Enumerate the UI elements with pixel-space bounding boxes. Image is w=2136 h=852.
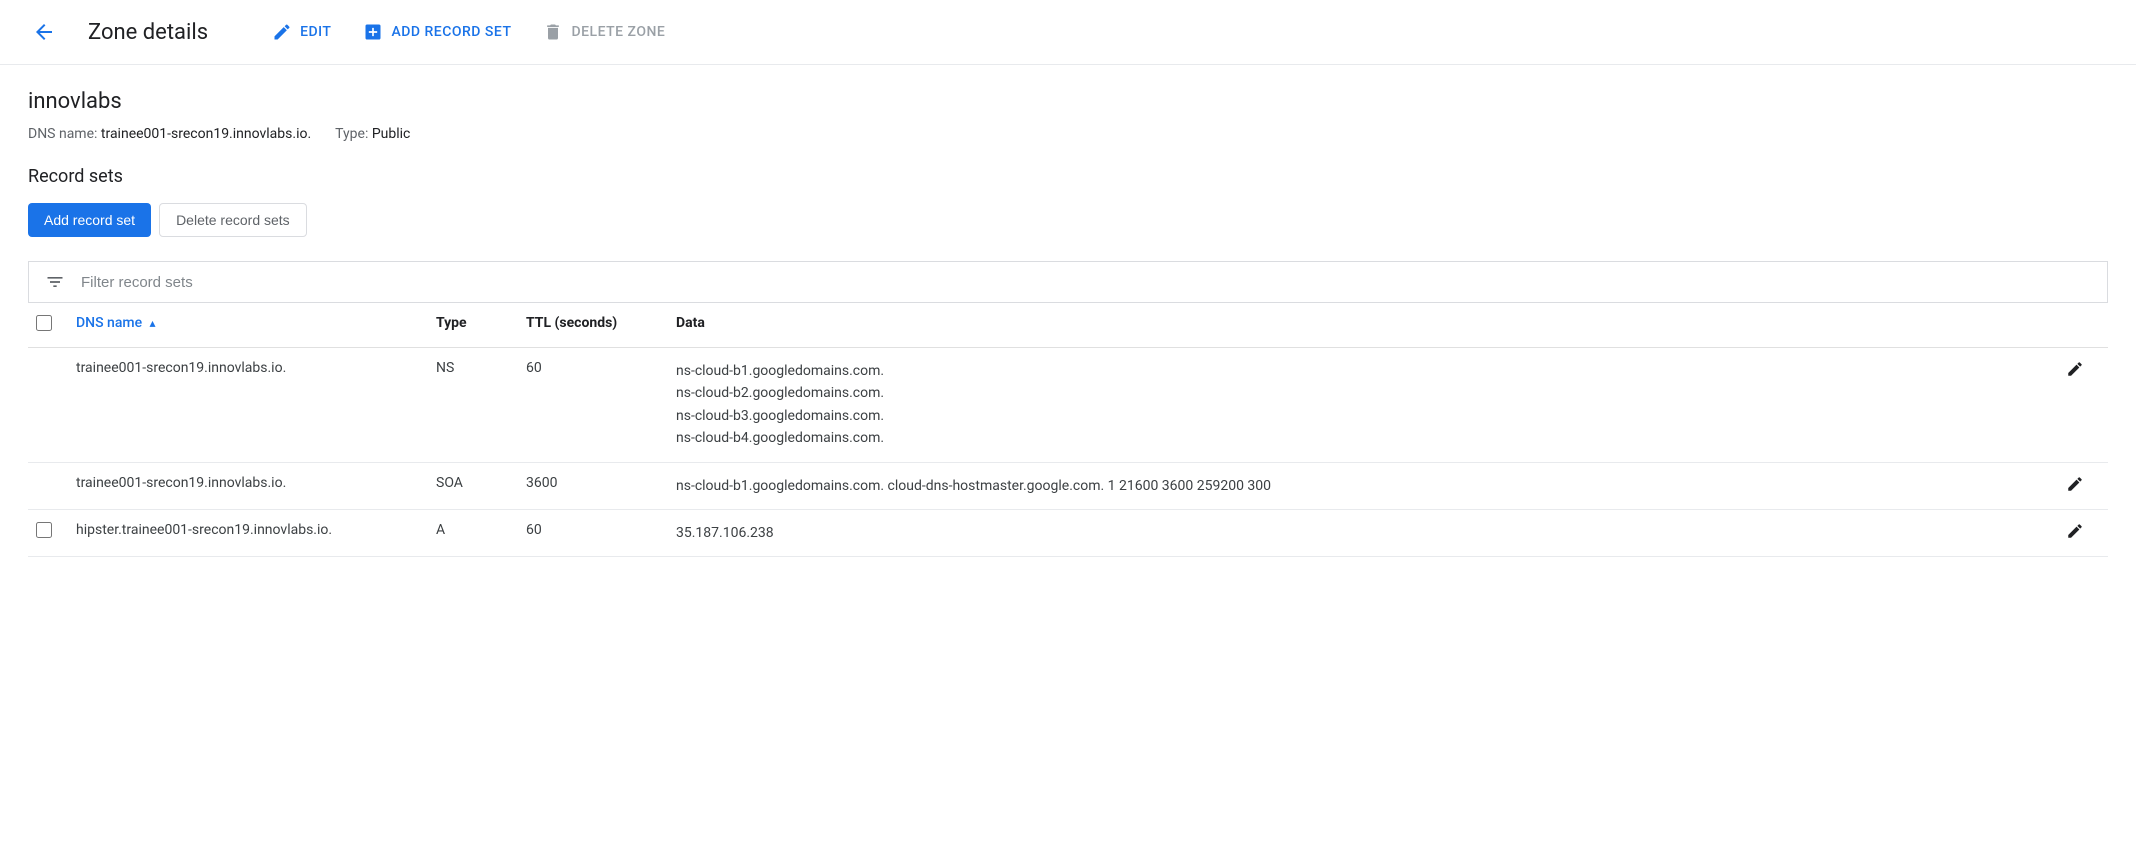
add-record-set-button[interactable]: ADD RECORD SET xyxy=(363,22,511,42)
row-edit-cell xyxy=(2058,348,2108,463)
select-all-checkbox[interactable] xyxy=(36,315,52,331)
edit-label: EDIT xyxy=(300,24,331,40)
type-value: Public xyxy=(372,126,411,142)
table-row: trainee001-srecon19.innovlabs.io.NS60ns-… xyxy=(28,348,2108,463)
record-sets-title: Record sets xyxy=(28,166,2108,187)
row-checkbox-cell xyxy=(28,348,68,463)
column-edit xyxy=(2058,303,2108,348)
row-data: 35.187.106.238 xyxy=(668,509,2058,556)
sort-ascending-icon: ▴ xyxy=(150,316,156,330)
back-button[interactable] xyxy=(24,12,64,52)
content: innovlabs DNS name: trainee001-srecon19.… xyxy=(0,65,2136,581)
filter-icon xyxy=(45,272,65,292)
row-type: A xyxy=(428,509,518,556)
dns-name-value: trainee001-srecon19.innovlabs.io. xyxy=(101,126,311,142)
button-row: Add record set Delete record sets xyxy=(28,203,2108,237)
dns-name-meta: DNS name: trainee001-srecon19.innovlabs.… xyxy=(28,126,311,142)
type-label: Type: xyxy=(335,126,368,142)
row-data-line: ns-cloud-b1.googledomains.com. xyxy=(676,360,2050,382)
column-ttl[interactable]: TTL (seconds) xyxy=(518,303,668,348)
row-type: SOA xyxy=(428,462,518,509)
arrow-back-icon xyxy=(32,20,56,44)
edit-row-button[interactable] xyxy=(2066,522,2084,540)
row-data-line: ns-cloud-b2.googledomains.com. xyxy=(676,382,2050,404)
table-header-row: DNS name ▴ Type TTL (seconds) Data xyxy=(28,303,2108,348)
column-dns-name[interactable]: DNS name ▴ xyxy=(68,303,428,348)
dns-name-label: DNS name: xyxy=(28,126,97,142)
filter-bar xyxy=(28,261,2108,303)
table-row: hipster.trainee001-srecon19.innovlabs.io… xyxy=(28,509,2108,556)
row-type: NS xyxy=(428,348,518,463)
row-ttl: 3600 xyxy=(518,462,668,509)
add-record-set-button-main[interactable]: Add record set xyxy=(28,203,151,237)
header-bar: Zone details EDIT ADD RECORD SET DELETE … xyxy=(0,0,2136,65)
header-checkbox-cell xyxy=(28,303,68,348)
pencil-icon xyxy=(2066,522,2084,540)
page-title: Zone details xyxy=(88,20,208,45)
delete-zone-label: DELETE ZONE xyxy=(571,24,665,40)
delete-zone-button: DELETE ZONE xyxy=(543,22,665,42)
row-dns-name: hipster.trainee001-srecon19.innovlabs.io… xyxy=(68,509,428,556)
record-sets-table: DNS name ▴ Type TTL (seconds) Data train… xyxy=(28,303,2108,557)
row-data: ns-cloud-b1.googledomains.com. cloud-dns… xyxy=(668,462,2058,509)
row-ttl: 60 xyxy=(518,509,668,556)
filter-input[interactable] xyxy=(81,274,2091,291)
row-data-line: ns-cloud-b4.googledomains.com. xyxy=(676,427,2050,449)
zone-meta: DNS name: trainee001-srecon19.innovlabs.… xyxy=(28,126,2108,142)
type-meta: Type: Public xyxy=(335,126,410,142)
add-record-set-label: ADD RECORD SET xyxy=(391,24,511,40)
row-checkbox[interactable] xyxy=(36,522,52,538)
plus-box-icon xyxy=(363,22,383,42)
edit-button[interactable]: EDIT xyxy=(272,22,331,42)
pencil-icon xyxy=(2066,475,2084,493)
edit-row-button[interactable] xyxy=(2066,475,2084,493)
row-data-line: 35.187.106.238 xyxy=(676,522,2050,544)
row-data-line: ns-cloud-b1.googledomains.com. cloud-dns… xyxy=(676,475,2050,497)
row-edit-cell xyxy=(2058,462,2108,509)
row-checkbox-cell xyxy=(28,509,68,556)
row-data-line: ns-cloud-b3.googledomains.com. xyxy=(676,405,2050,427)
column-data[interactable]: Data xyxy=(668,303,2058,348)
row-ttl: 60 xyxy=(518,348,668,463)
row-data: ns-cloud-b1.googledomains.com.ns-cloud-b… xyxy=(668,348,2058,463)
table-row: trainee001-srecon19.innovlabs.io.SOA3600… xyxy=(28,462,2108,509)
pencil-icon xyxy=(2066,360,2084,378)
column-dns-name-label: DNS name xyxy=(76,315,142,331)
column-type[interactable]: Type xyxy=(428,303,518,348)
row-checkbox-cell xyxy=(28,462,68,509)
trash-icon xyxy=(543,22,563,42)
edit-row-button[interactable] xyxy=(2066,360,2084,378)
zone-name: innovlabs xyxy=(28,89,2108,114)
row-dns-name: trainee001-srecon19.innovlabs.io. xyxy=(68,462,428,509)
header-actions: EDIT ADD RECORD SET DELETE ZONE xyxy=(272,22,665,42)
row-edit-cell xyxy=(2058,509,2108,556)
delete-record-sets-button: Delete record sets xyxy=(159,203,307,237)
pencil-icon xyxy=(272,22,292,42)
row-dns-name: trainee001-srecon19.innovlabs.io. xyxy=(68,348,428,463)
